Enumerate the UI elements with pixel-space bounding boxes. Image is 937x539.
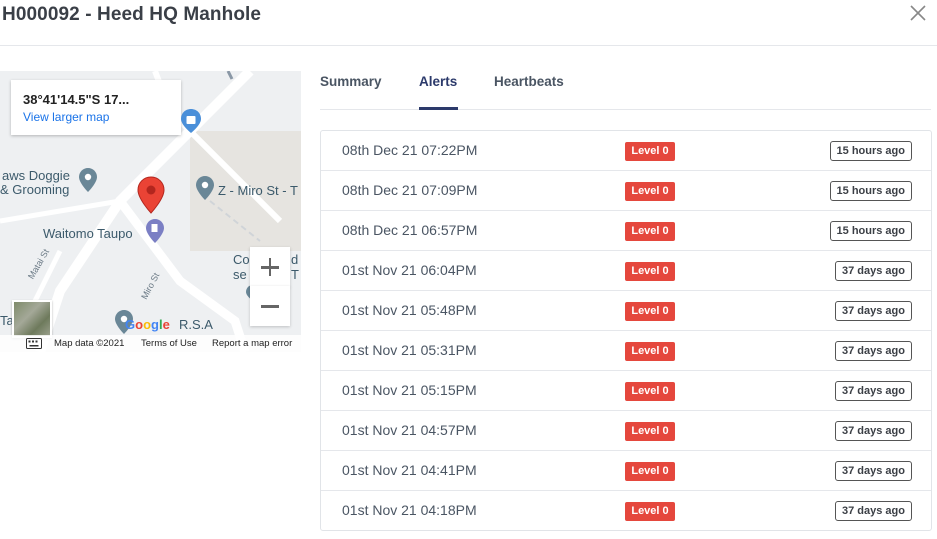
close-icon[interactable] xyxy=(907,1,929,23)
list-item[interactable]: 08th Dec 21 07:09PM Level 0 15 hours ago xyxy=(321,171,931,211)
list-item[interactable]: 01st Nov 21 04:18PM Level 0 37 days ago xyxy=(321,491,931,531)
coordinates-text: 38°41'14.5"S 17... xyxy=(23,92,130,107)
alert-date: 01st Nov 21 04:41PM xyxy=(342,462,477,478)
poi-label-se: se xyxy=(233,267,247,282)
poi-label-waitomo: Waitomo Taupo xyxy=(43,226,133,241)
poi-pin-icon[interactable] xyxy=(195,175,215,201)
shopping-poi-icon[interactable] xyxy=(180,108,202,134)
alert-date: 08th Dec 21 06:57PM xyxy=(342,222,478,238)
time-ago-badge: 37 days ago xyxy=(835,501,912,521)
poi-label-t: T xyxy=(291,267,299,282)
poi-label-rsa: R.S.A xyxy=(179,317,213,332)
tab-alerts[interactable]: Alerts xyxy=(419,74,457,89)
level-badge: Level 0 xyxy=(625,142,675,161)
poi-label-d: d xyxy=(291,252,299,267)
location-map[interactable]: 38°41'14.5"S 17... View larger map aws D… xyxy=(0,71,301,352)
poi-label-dog-grooming: aws Doggie xyxy=(2,168,70,183)
time-ago-badge: 15 hours ago xyxy=(829,141,912,161)
terms-of-use-link[interactable]: Terms of Use xyxy=(141,338,197,349)
report-map-error-link[interactable]: Report a map error xyxy=(212,338,292,349)
keyboard-icon[interactable] xyxy=(26,338,42,349)
list-item[interactable]: 01st Nov 21 06:04PM Level 0 37 days ago xyxy=(321,251,931,291)
tab-bar: Summary Alerts Heartbeats xyxy=(320,71,931,110)
poi-label-co: Co xyxy=(233,252,250,267)
poi-pin-icon[interactable] xyxy=(78,167,98,193)
zoom-in-button[interactable] xyxy=(250,247,290,287)
alert-date: 01st Nov 21 04:57PM xyxy=(342,422,477,438)
level-badge: Level 0 xyxy=(625,382,675,401)
alert-date: 01st Nov 21 05:15PM xyxy=(342,382,477,398)
alert-date: 01st Nov 21 05:31PM xyxy=(342,342,477,358)
level-badge: Level 0 xyxy=(625,182,675,201)
level-badge: Level 0 xyxy=(625,342,675,361)
location-marker-icon[interactable] xyxy=(137,176,165,214)
view-larger-map-link[interactable]: View larger map xyxy=(23,110,109,124)
time-ago-badge: 37 days ago xyxy=(835,301,912,321)
poi-label-dog-grooming-2: & Grooming xyxy=(0,182,70,197)
satellite-toggle[interactable] xyxy=(12,300,52,338)
level-badge: Level 0 xyxy=(625,262,675,281)
tab-heartbeats[interactable]: Heartbeats xyxy=(494,74,564,89)
coordinates-card: 38°41'14.5"S 17... View larger map xyxy=(11,80,181,135)
alert-date: 08th Dec 21 07:09PM xyxy=(342,182,478,198)
modal-title: H000092 - Heed HQ Manhole xyxy=(2,4,262,25)
time-ago-badge: 37 days ago xyxy=(835,341,912,361)
level-badge: Level 0 xyxy=(625,422,675,441)
list-item[interactable]: 01st Nov 21 04:41PM Level 0 37 days ago xyxy=(321,451,931,491)
active-tab-indicator xyxy=(419,107,458,110)
tab-summary[interactable]: Summary xyxy=(320,74,382,89)
modal-header: H000092 - Heed HQ Manhole xyxy=(0,0,937,46)
list-item[interactable]: 08th Dec 21 06:57PM Level 0 15 hours ago xyxy=(321,211,931,251)
alert-date: 01st Nov 21 05:48PM xyxy=(342,302,477,318)
list-item[interactable]: 08th Dec 21 07:22PM Level 0 15 hours ago xyxy=(321,131,931,171)
time-ago-badge: 15 hours ago xyxy=(829,181,912,201)
map-data-text: Map data ©2021 xyxy=(54,338,125,349)
fuel-station-icon[interactable] xyxy=(145,218,165,244)
alert-date: 01st Nov 21 06:04PM xyxy=(342,262,477,278)
level-badge: Level 0 xyxy=(625,502,675,521)
alert-date: 08th Dec 21 07:22PM xyxy=(342,142,478,158)
map-footer: Map data ©2021 Terms of Use Report a map… xyxy=(0,335,301,352)
time-ago-badge: 15 hours ago xyxy=(829,221,912,241)
time-ago-badge: 37 days ago xyxy=(835,421,912,441)
level-badge: Level 0 xyxy=(625,222,675,241)
google-logo: Google xyxy=(125,317,170,332)
list-item[interactable]: 01st Nov 21 05:15PM Level 0 37 days ago xyxy=(321,371,931,411)
time-ago-badge: 37 days ago xyxy=(835,461,912,481)
level-badge: Level 0 xyxy=(625,462,675,481)
list-item[interactable]: 01st Nov 21 05:31PM Level 0 37 days ago xyxy=(321,331,931,371)
list-item[interactable]: 01st Nov 21 04:57PM Level 0 37 days ago xyxy=(321,411,931,451)
alert-date: 01st Nov 21 04:18PM xyxy=(342,502,477,518)
list-item[interactable]: 01st Nov 21 05:48PM Level 0 37 days ago xyxy=(321,291,931,331)
zoom-out-button[interactable] xyxy=(250,286,290,326)
time-ago-badge: 37 days ago xyxy=(835,261,912,281)
level-badge: Level 0 xyxy=(625,302,675,321)
alerts-list: 08th Dec 21 07:22PM Level 0 15 hours ago… xyxy=(320,130,932,531)
time-ago-badge: 37 days ago xyxy=(835,381,912,401)
poi-label-miro-st: Z - Miro St - T xyxy=(218,183,298,198)
